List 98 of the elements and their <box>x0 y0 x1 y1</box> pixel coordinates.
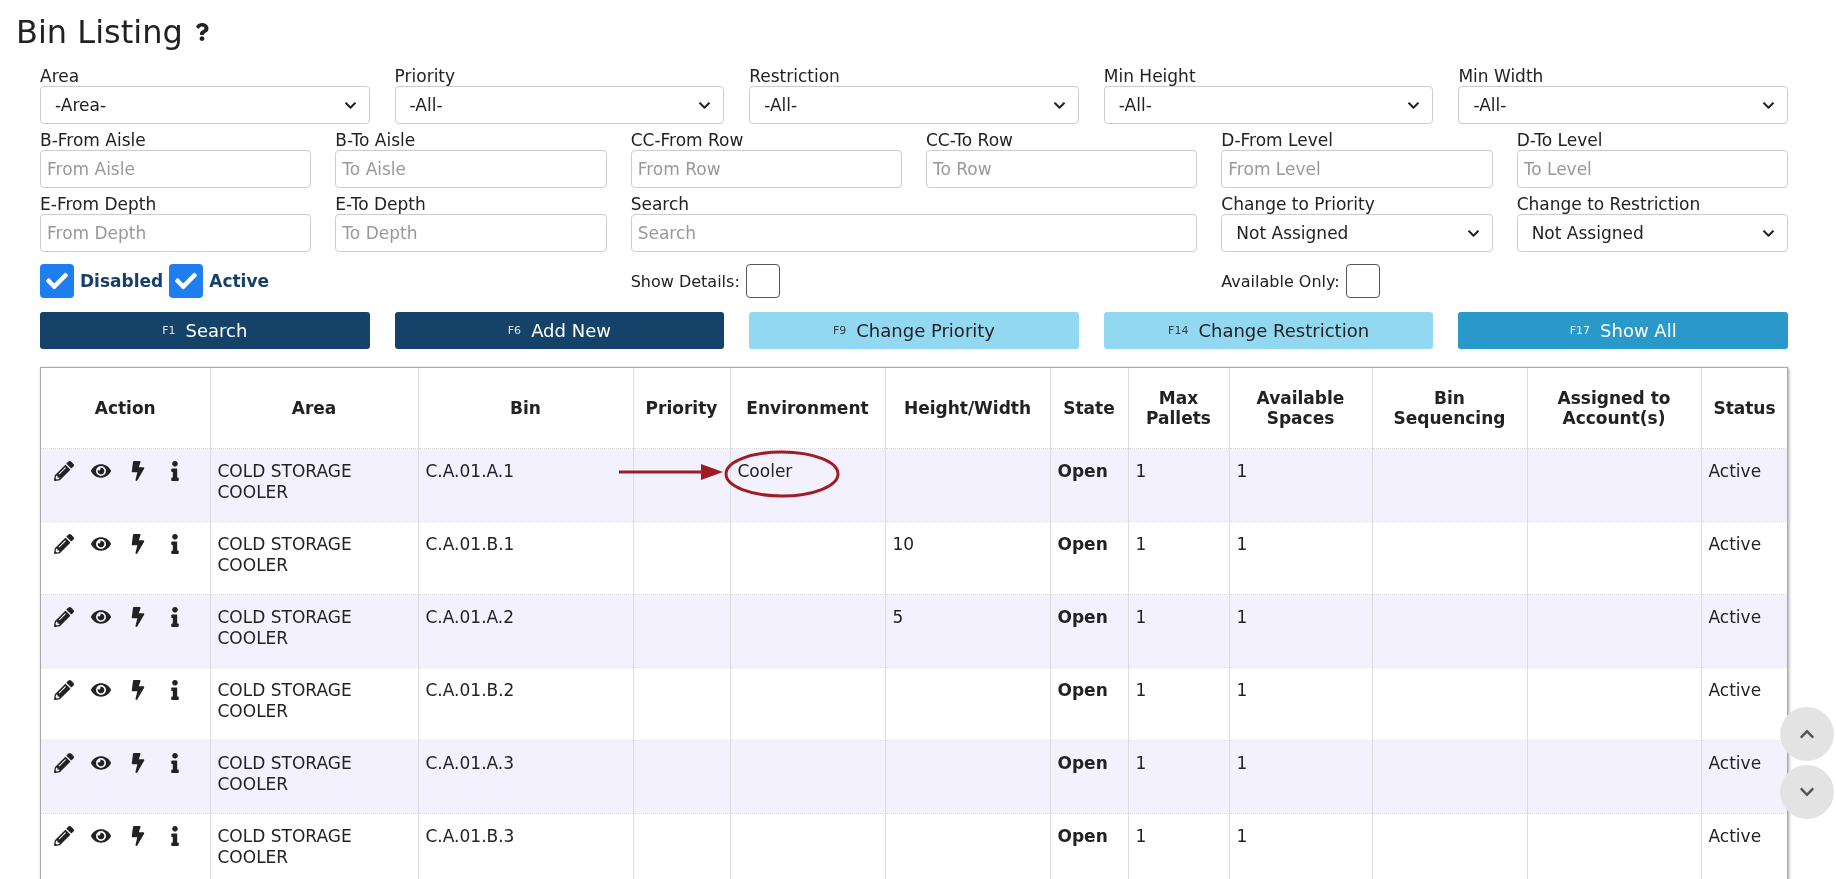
table-cell: Active <box>1708 753 1762 773</box>
checkbox-label: Show Details: <box>630 271 740 291</box>
checkbox-label: Available Only: <box>1221 271 1340 291</box>
field-label: E-From Depth <box>40 194 158 214</box>
field-label: Min Height <box>1103 66 1197 86</box>
pencil-icon[interactable] <box>54 534 74 554</box>
field-label: B-From Aisle <box>40 130 147 150</box>
field-label: Change to Restriction <box>1516 194 1702 214</box>
input-field[interactable]: To Depth <box>335 214 607 252</box>
table-cell: Active <box>1708 607 1762 627</box>
table-cell: Open <box>1057 753 1108 773</box>
pencil-icon[interactable] <box>54 826 74 846</box>
table-cell: Open <box>1057 607 1108 627</box>
table-cell: COLD STORAGE COOLER <box>217 826 352 867</box>
eye-icon[interactable] <box>91 534 111 554</box>
action-button[interactable]: F6 Add New <box>394 312 725 349</box>
input-field[interactable]: To Aisle <box>335 150 607 188</box>
table-cell: COLD STORAGE COOLER <box>217 461 352 502</box>
field-label: Restriction <box>749 66 841 86</box>
table-cell: Open <box>1057 826 1108 846</box>
field-label: Min Width <box>1458 66 1545 86</box>
field-label: Search <box>630 194 691 214</box>
page-title: Bin Listing <box>16 13 183 51</box>
action-button[interactable]: F9 Change Priority <box>749 312 1079 349</box>
eye-icon[interactable] <box>91 461 111 481</box>
field-label: Change to Priority <box>1221 194 1376 214</box>
action-button[interactable]: F1 Search <box>40 312 370 349</box>
checkbox[interactable] <box>1345 264 1380 298</box>
input-field[interactable]: From Level <box>1221 150 1493 188</box>
table-cell: Active <box>1708 680 1762 700</box>
input-field[interactable]: To Level <box>1516 150 1788 188</box>
dropdown[interactable]: -All- <box>1103 86 1434 124</box>
eye-icon[interactable] <box>91 826 111 846</box>
pencil-icon[interactable] <box>54 607 74 627</box>
search-field[interactable]: Search <box>630 214 1198 252</box>
eye-icon[interactable] <box>91 680 111 700</box>
table-cell: 1 <box>1135 607 1147 627</box>
table-cell: COLD STORAGE COOLER <box>217 534 352 575</box>
table-cell: 1 <box>1135 826 1147 846</box>
table-cell: Open <box>1057 680 1108 700</box>
table-cell: C.A.01.B.2 <box>425 680 515 700</box>
table-cell: 1 <box>1236 607 1248 627</box>
table-cell: Open <box>1057 461 1108 481</box>
input-field[interactable]: From Row <box>630 150 902 188</box>
table-cell: 1 <box>1135 753 1147 773</box>
checkbox-label: Active <box>209 271 270 291</box>
dropdown[interactable]: -All- <box>394 86 725 124</box>
table-cell: COLD STORAGE COOLER <box>217 753 352 794</box>
table-cell: 10 <box>892 534 915 554</box>
field-label: B-To Aisle <box>335 130 417 150</box>
table-cell: 1 <box>1236 680 1248 700</box>
table-cell: Active <box>1708 826 1762 846</box>
table-cell: C.A.01.A.2 <box>425 607 515 627</box>
table-cell: Active <box>1708 534 1762 554</box>
input-field[interactable]: To Row <box>926 150 1198 188</box>
table-cell: 1 <box>1135 461 1147 481</box>
table-cell: C.A.01.A.3 <box>425 753 515 773</box>
field-label: E-To Depth <box>335 194 427 214</box>
pencil-icon[interactable] <box>54 680 74 700</box>
pencil-icon[interactable] <box>54 461 74 481</box>
table-cell: C.A.01.A.1 <box>425 461 515 481</box>
table-cell: 1 <box>1236 826 1248 846</box>
field-label: D-From Level <box>1221 130 1334 150</box>
field-label: Priority <box>394 66 457 86</box>
input-field[interactable]: From Aisle <box>40 150 312 188</box>
field-label: Area <box>40 66 81 86</box>
table-cell: Active <box>1708 461 1762 481</box>
dropdown[interactable]: -All- <box>1458 86 1788 124</box>
dropdown[interactable]: -All- <box>749 86 1079 124</box>
table-cell: 1 <box>1236 461 1248 481</box>
eye-icon[interactable] <box>91 753 111 773</box>
table-cell: 5 <box>892 607 904 627</box>
checkmark-icon <box>175 270 198 292</box>
action-button[interactable]: F14 Change Restriction <box>1103 312 1434 349</box>
table-cell: COLD STORAGE COOLER <box>217 680 352 721</box>
table-cell: 1 <box>1236 534 1248 554</box>
field-label: CC-To Row <box>926 130 1014 150</box>
table-cell: 1 <box>1135 534 1147 554</box>
pencil-icon[interactable] <box>54 753 74 773</box>
input-field[interactable]: From Depth <box>40 214 312 252</box>
checkmark-icon <box>46 270 68 292</box>
table-cell: COLD STORAGE COOLER <box>217 607 352 648</box>
table-cell: 1 <box>1135 680 1147 700</box>
field-label: D-To Level <box>1516 130 1604 150</box>
eye-icon[interactable] <box>91 607 111 627</box>
checkbox[interactable] <box>169 264 204 298</box>
dropdown[interactable]: Not Assigned <box>1221 214 1493 252</box>
table-cell: C.A.01.B.1 <box>425 534 515 554</box>
checkbox[interactable] <box>745 264 780 298</box>
dropdown[interactable]: -Area- <box>40 86 370 124</box>
table-cell: Open <box>1057 534 1108 554</box>
checkbox[interactable] <box>40 264 74 298</box>
field-label: CC-From Row <box>630 130 745 150</box>
checkbox-label: Disabled <box>80 271 164 291</box>
table-cell: 1 <box>1236 753 1248 773</box>
dropdown[interactable]: Not Assigned <box>1516 214 1788 252</box>
table-cell: Cooler <box>737 461 793 481</box>
table-cell: C.A.01.B.3 <box>425 826 515 846</box>
